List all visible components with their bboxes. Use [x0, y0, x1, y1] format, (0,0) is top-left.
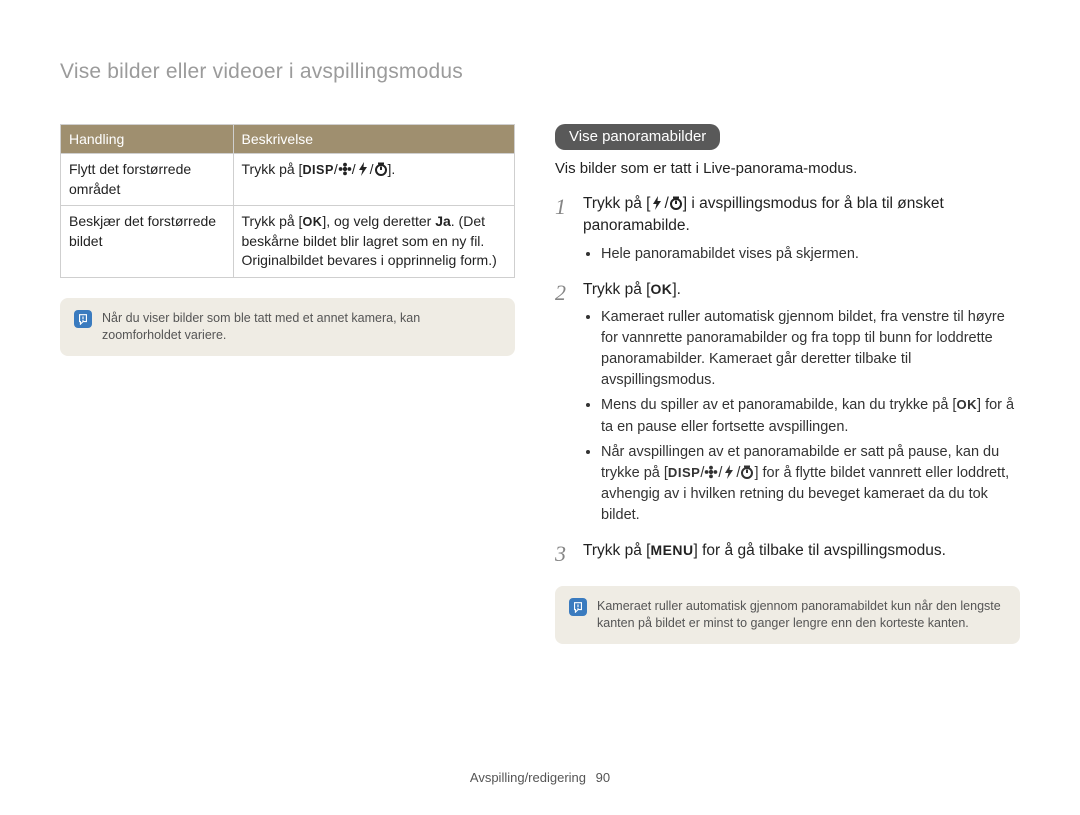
flash-icon	[356, 162, 370, 176]
flash-icon	[650, 196, 664, 210]
section-badge: Vise panoramabilder	[555, 124, 720, 150]
timer-icon	[669, 196, 683, 210]
left-column: Handling Beskrivelse Flytt det forstørre…	[60, 124, 515, 644]
step-1: Trykk på [/] i avspillingsmodus for å bl…	[555, 193, 1020, 265]
timer-icon	[740, 465, 754, 479]
note-box-left: Når du viser bilder som ble tatt med et …	[60, 298, 515, 356]
step-2-sub-2: Mens du spiller av et panoramabilde, kan…	[601, 395, 1020, 437]
action-cell: Beskjær det forstørrede bildet	[61, 206, 234, 278]
disp-button-glyph: DISP	[302, 162, 333, 180]
right-column: Vise panoramabilder Vis bilder som er ta…	[555, 124, 1020, 644]
step-2: Trykk på [OK]. Kameraet ruller automatis…	[555, 279, 1020, 526]
step-2-sub-3: Når avspillingen av et panoramabilde er …	[601, 442, 1020, 526]
note-icon	[569, 598, 587, 616]
section-intro: Vis bilder som er tatt i Live-panorama-m…	[555, 160, 1020, 177]
table-row: Flytt det forstørrede området Trykk på […	[61, 154, 515, 206]
desc-cell: Trykk på [OK], og velg deretter Ja. (Det…	[233, 206, 514, 278]
th-description: Beskrivelse	[233, 125, 514, 154]
flower-icon	[704, 465, 718, 479]
table-row: Beskjær det forstørrede bildet Trykk på …	[61, 206, 515, 278]
footer-page-number: 90	[596, 770, 610, 785]
flash-icon	[722, 465, 736, 479]
flower-icon	[338, 162, 352, 176]
page-title: Vise bilder eller videoer i avspillingsm…	[60, 60, 1020, 84]
ok-button-glyph: OK	[302, 214, 322, 232]
desc-cell: Trykk på [DISP///].	[233, 154, 514, 206]
step-1-sub-1: Hele panoramabildet vises på skjermen.	[601, 244, 1020, 265]
timer-icon	[374, 162, 388, 176]
actions-table: Handling Beskrivelse Flytt det forstørre…	[60, 124, 515, 278]
action-cell: Flytt det forstørrede området	[61, 154, 234, 206]
note-icon	[74, 310, 92, 328]
step-3: Trykk på [MENU] for å gå tilbake til avs…	[555, 540, 1020, 562]
footer-section: Avspilling/redigering	[470, 770, 586, 785]
ok-button-glyph: OK	[650, 279, 672, 299]
steps-list: Trykk på [/] i avspillingsmodus for å bl…	[555, 193, 1020, 562]
th-action: Handling	[61, 125, 234, 154]
page-footer: Avspilling/redigering 90	[0, 770, 1080, 785]
note-text: Når du viser bilder som ble tatt med et …	[102, 310, 501, 344]
note-box-right: Kameraet ruller automatisk gjennom panor…	[555, 586, 1020, 644]
note-text: Kameraet ruller automatisk gjennom panor…	[597, 598, 1006, 632]
step-2-sub-1: Kameraet ruller automatisk gjennom bilde…	[601, 307, 1020, 391]
menu-button-glyph: MENU	[650, 540, 693, 560]
